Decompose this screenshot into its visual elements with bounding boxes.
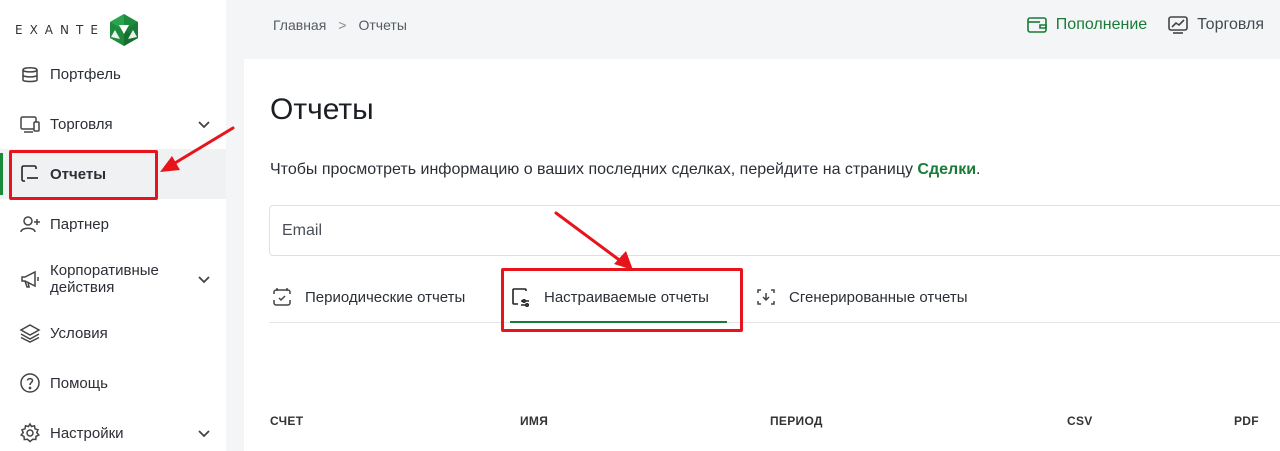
breadcrumb-current: Отчеты [358,17,407,33]
chart-terminal-icon [1168,16,1188,34]
corporate-actions-line2: действия [50,279,115,296]
sidebar-item-settings[interactable]: Настройки [0,408,226,451]
layers-icon [18,321,42,345]
sidebar-item-help[interactable]: Помощь [0,358,226,408]
sidebar-item-corporate-actions[interactable]: Корпоративные действия [0,254,226,304]
report-tabs: Периодические отчеты Настраиваемые отчет… [269,273,1280,323]
column-header-csv: CSV [1067,414,1093,428]
sidebar-item-conditions[interactable]: Условия [0,308,226,358]
sidebar-item-portfolio[interactable]: Портфель [0,49,226,99]
info-text: Чтобы просмотреть информацию о ваших пос… [270,161,981,179]
email-input[interactable] [270,206,1280,255]
tab-label: Периодические отчеты [305,288,466,306]
highlight-box-reports [9,150,158,200]
help-icon [18,371,42,395]
column-header-pdf: PDF [1234,414,1259,428]
main-content: Отчеты Чтобы просмотреть информацию о ва… [244,59,1280,451]
topbar: Главная > Отчеты Пополнение Торговля [226,0,1280,54]
column-header-name[interactable]: ИМЯ [520,414,548,428]
breadcrumb-home-link[interactable]: Главная [273,17,326,33]
trade-button[interactable]: Торговля [1167,14,1264,36]
logo-text: EXANTE [15,23,105,37]
corporate-actions-line1: Корпоративные [50,262,159,279]
info-text-end: . [976,161,981,178]
column-header-period[interactable]: ПЕРИОД [770,414,823,428]
sidebar-item-partner[interactable]: Партнер [0,199,226,249]
sidebar: EXANTE Портфель Торговля Отчеты Партнер … [0,0,226,451]
page-title: Отчеты [270,93,374,126]
breadcrumb: Главная > Отчеты [273,17,407,33]
trading-terminal-icon [18,112,42,136]
megaphone-icon [18,267,42,291]
email-field[interactable] [269,205,1280,256]
table-header-row: СЧЕТ ИМЯ ПЕРИОД CSV PDF [270,414,1280,434]
trades-link[interactable]: Сделки [917,161,976,178]
tab-generated-reports[interactable]: Сгенерированные отчеты [755,273,968,321]
trade-label: Торговля [1197,16,1264,33]
deposit-button[interactable]: Пополнение [1026,14,1147,36]
deposit-label: Пополнение [1055,16,1148,33]
exante-logo-mark-icon [109,14,138,46]
sidebar-item-trading[interactable]: Торговля [0,99,226,149]
tab-periodic-reports[interactable]: Периодические отчеты [271,273,465,321]
partner-add-user-icon [18,212,42,236]
chevron-down-icon[interactable] [196,116,212,132]
breadcrumb-separator: > [338,17,347,33]
highlight-box-custom-tab [501,268,743,332]
chevron-down-icon[interactable] [196,271,212,287]
download-frame-icon [757,289,775,305]
info-text-body: Чтобы просмотреть информацию о ваших пос… [270,161,918,178]
wallet-icon [18,62,42,86]
wallet-card-icon [1026,17,1047,33]
top-actions: Пополнение Торговля [1006,14,1264,36]
calendar-check-icon [273,288,291,306]
gear-icon [18,421,42,445]
exante-logo[interactable]: EXANTE [15,12,141,48]
chevron-down-icon[interactable] [196,425,212,441]
column-header-account[interactable]: СЧЕТ [270,414,303,428]
tab-label: Сгенерированные отчеты [789,288,968,306]
